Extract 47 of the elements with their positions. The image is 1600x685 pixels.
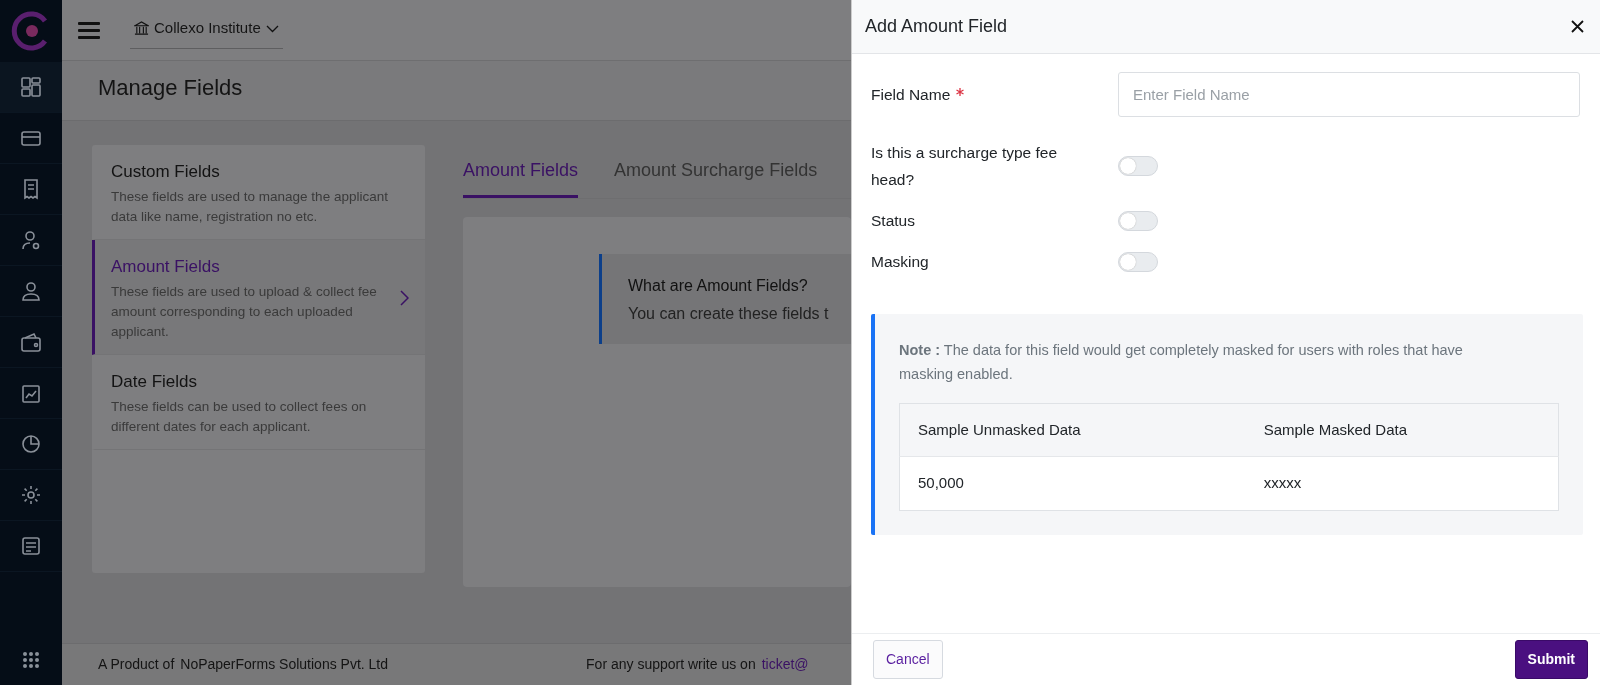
- submit-button[interactable]: Submit: [1514, 640, 1588, 679]
- footer-text: A Product of: [98, 655, 175, 674]
- support-email-link[interactable]: ticket@: [761, 654, 809, 675]
- wallet-icon[interactable]: [20, 331, 42, 353]
- field-type-item[interactable]: Date Fields These fields can be used to collect fees on different dates for each applicant.: [92, 355, 425, 451]
- field-label: Status: [871, 211, 916, 232]
- column-header: Sample Masked Data: [1245, 403, 1559, 457]
- person-icon[interactable]: [20, 280, 42, 302]
- field-type-title: Date Fields: [111, 371, 198, 394]
- field-label: Is this a surcharge type fee head?: [871, 143, 1059, 191]
- field-label: Field Name: [871, 85, 951, 103]
- apps-grid-icon[interactable]: [22, 650, 40, 669]
- company-name: NoPaperForms Solutions Pvt. Ltd: [180, 655, 389, 674]
- institute-name: Collexo Institute: [154, 18, 261, 39]
- tab[interactable]: Amount Surcharge Fields: [614, 145, 818, 198]
- chevron-right-icon: [400, 290, 409, 307]
- cancel-button[interactable]: Cancel: [873, 640, 943, 679]
- institute-dropdown[interactable]: Collexo Institute: [130, 11, 283, 49]
- field-type-description: These fields are used to manage the applicant data like name, registration no etc.: [111, 187, 389, 226]
- chevron-down-icon: [265, 24, 279, 33]
- table-cell: 50,000: [899, 456, 1246, 511]
- menu-icon[interactable]: [78, 21, 100, 39]
- dashboard-icon[interactable]: [20, 76, 42, 98]
- toggle-switch[interactable]: [1118, 251, 1158, 272]
- toggle-switch[interactable]: [1118, 210, 1158, 231]
- pie-chart-icon[interactable]: [20, 433, 42, 455]
- tab[interactable]: Amount Fields: [463, 145, 579, 198]
- document-icon[interactable]: [20, 535, 42, 557]
- column-header: Sample Unmasked Data: [899, 403, 1246, 457]
- field-type-title: Custom Fields: [111, 161, 221, 183]
- info-text: You can create these fields t: [628, 304, 830, 324]
- table-cell: xxxxx: [1245, 456, 1559, 511]
- field-type-title: Amount Fields: [111, 256, 221, 278]
- field-label: Masking: [871, 252, 930, 273]
- field-type-description: These fields can be used to collect fees on different dates for each applicant.: [111, 397, 368, 436]
- support-text: For any support write us on: [586, 655, 756, 674]
- info-title: What are Amount Fields?: [628, 276, 809, 296]
- page-title: Manage Fields: [62, 61, 851, 121]
- text-input-field[interactable]: Enter Field Name: [1118, 72, 1580, 117]
- toggle-switch[interactable]: [1118, 156, 1158, 177]
- field-type-item[interactable]: Amount Fields These fields are used to upload & collect fee amount corresponding to each uploaded applicant.: [92, 240, 425, 356]
- drawer-title: Add Amount Field: [865, 15, 1008, 38]
- field-type-description: These fields are used to upload & collect fee amount corresponding to each uploaded applicant.: [111, 282, 378, 341]
- bank-icon: [134, 21, 149, 36]
- note-text: Note : The data for this field would get completely masked for users with roles that have masking enabled.: [899, 340, 1464, 385]
- chart-report-icon[interactable]: [20, 382, 42, 404]
- user-gear-icon[interactable]: [20, 229, 42, 251]
